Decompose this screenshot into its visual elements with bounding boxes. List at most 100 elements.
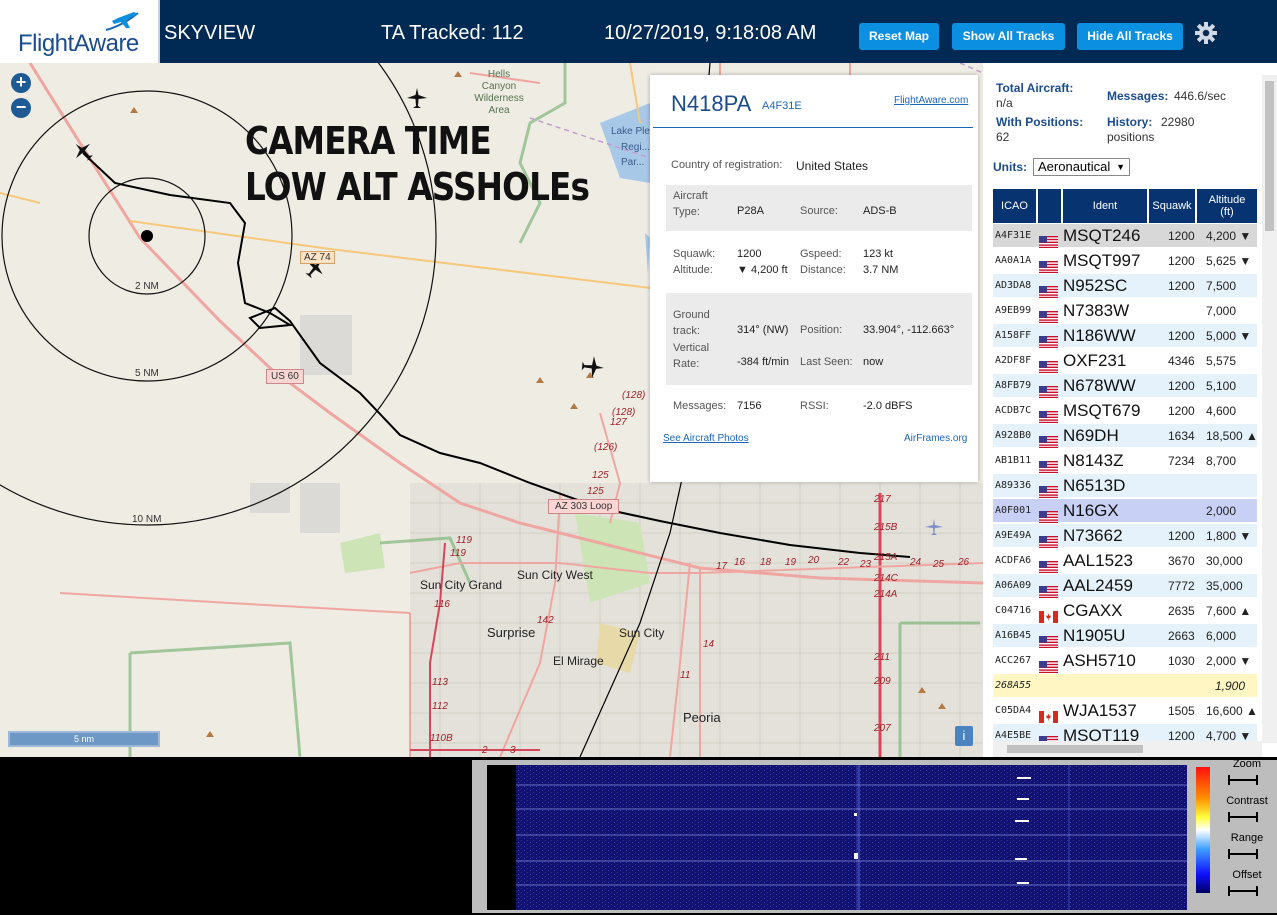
show-all-tracks-button[interactable]: Show All Tracks <box>952 23 1065 50</box>
route-number: 119 <box>456 535 472 546</box>
reset-map-button[interactable]: Reset Map <box>859 23 939 50</box>
aircraft-sidebar: Total Aircraft: n/a Messages: 446.6/sec … <box>983 63 1277 757</box>
table-row[interactable]: AA0A1A MSQT997 1200 5,625 ▼ <box>993 249 1257 273</box>
us-flag-icon <box>1039 257 1058 273</box>
aircraft-icon[interactable] <box>580 354 606 380</box>
units-select[interactable]: Aeronautical ▼ <box>1033 158 1130 176</box>
tracked-count: TA Tracked: 112 <box>381 22 524 44</box>
range-ring-label: 10 NM <box>132 514 162 525</box>
dropdown-arrow-icon: ▼ <box>1116 162 1125 172</box>
rssi-value: -2.0 dBFS <box>863 400 913 412</box>
cell-ident: N6513D <box>1063 476 1126 495</box>
table-row[interactable]: C04716 CGAXX 2635 7,600 ▲ <box>993 599 1257 623</box>
column-header-altitude[interactable]: Altitude (ft) <box>1197 189 1257 223</box>
messages-label: Messages: <box>673 400 727 412</box>
info-button[interactable]: i <box>955 726 973 746</box>
table-row[interactable]: A16B45 N1905U 2663 6,000 <box>993 624 1257 648</box>
column-header-icao[interactable]: ICAO <box>993 189 1036 223</box>
position-label: Position: <box>800 324 843 336</box>
road-shield: AZ 303 Loop <box>548 499 620 514</box>
aircraft-type-value: P28A <box>737 205 764 217</box>
cell-ident: AAL2459 <box>1063 576 1133 595</box>
selected-aircraft-icon[interactable] <box>71 139 95 163</box>
table-row[interactable]: ACDFA6 AAL1523 3670 30,000 <box>993 549 1257 573</box>
route-number: 20 <box>808 555 820 566</box>
table-row[interactable]: A2DF8F OXF231 4346 5,575 <box>993 349 1257 373</box>
aircraft-photos-link[interactable]: See Aircraft Photos <box>663 433 749 444</box>
table-row[interactable]: C05DA4 WJA1537 1505 16,600 ▲ <box>993 699 1258 723</box>
table-row[interactable]: AB1B11 N8143Z 7234 8,700 <box>993 449 1257 473</box>
aircraft-detail-popup: N418PA A4F31E FlightAware.com Country of… <box>650 75 978 482</box>
us-flag-icon <box>1039 507 1058 523</box>
cell-altitude: 2,000 ▼ <box>1206 654 1252 668</box>
scrollbar-thumb[interactable] <box>1007 745 1143 753</box>
place-label: Sun City Grand <box>420 578 503 592</box>
waterfall-image <box>516 765 1187 910</box>
column-header-squawk[interactable]: Squawk <box>1149 189 1195 223</box>
cell-altitude: 18,500 ▲ <box>1206 429 1258 443</box>
squawk-label: Squawk: <box>673 248 716 260</box>
table-row[interactable]: A9EB99 N7383W 7,000 <box>993 299 1257 323</box>
route-number: 211 <box>874 652 890 663</box>
cell-icao: C05DA4 <box>995 705 1032 716</box>
table-row[interactable]: A4F31E MSQT246 1200 4,200 ▼ <box>993 224 1257 248</box>
gear-icon[interactable] <box>1194 21 1218 45</box>
aircraft-type-label: Aircraft Type: <box>673 190 708 218</box>
route-number: (128) <box>622 390 646 401</box>
cell-icao: 268A55 <box>995 680 1032 691</box>
us-flag-icon <box>1039 457 1058 473</box>
sidebar-vertical-scrollbar[interactable] <box>1262 75 1277 743</box>
history-label: History: <box>1107 115 1153 129</box>
aircraft-icon[interactable] <box>405 86 429 110</box>
table-row[interactable]: A89336 N6513D <box>993 474 1257 498</box>
top-bar: FlightAware SKYVIEW TA Tracked: 112 10/2… <box>0 0 1277 63</box>
hide-all-tracks-button[interactable]: Hide All Tracks <box>1077 23 1183 50</box>
altitude-value: ▼ 4,200 ft <box>737 264 788 276</box>
column-header-ident[interactable]: Ident <box>1063 189 1147 223</box>
us-flag-icon <box>1039 307 1058 323</box>
flightaware-link[interactable]: FlightAware.com <box>894 95 968 106</box>
table-row[interactable]: A8FB79 N678WW 1200 5,100 <box>993 374 1257 398</box>
route-number: 215B <box>874 522 898 533</box>
us-flag-icon <box>1039 332 1058 348</box>
units-selected-value: Aeronautical <box>1038 159 1111 174</box>
offset-slider[interactable] <box>1228 886 1258 896</box>
canada-flag-icon <box>1039 607 1058 623</box>
contrast-slider[interactable] <box>1228 812 1258 822</box>
table-row[interactable]: A06A09 AAL2459 7772 35,000 <box>993 574 1257 598</box>
route-number: 125 <box>592 470 609 481</box>
cell-icao: ACDB7C <box>995 405 1032 416</box>
zoom-label: Zoom <box>1232 758 1262 770</box>
column-header-flag[interactable] <box>1038 189 1061 223</box>
table-row[interactable]: 268A55 1,900 <box>993 674 1257 698</box>
sidebar-horizontal-scrollbar[interactable] <box>993 741 1262 757</box>
cell-altitude: 2,000 <box>1206 504 1237 518</box>
cell-altitude: 7,500 <box>1206 279 1237 293</box>
table-row[interactable]: ACDB7C MSQT679 1200 4,600 <box>993 399 1257 423</box>
airframes-link[interactable]: AirFrames.org <box>904 433 967 444</box>
zoom-in-button[interactable]: + <box>11 73 31 93</box>
table-row[interactable]: A9E49A N73662 1200 1,800 ▼ <box>993 524 1257 548</box>
table-row[interactable]: A0F001 N16GX 2,000 <box>993 499 1257 523</box>
route-number: 16 <box>734 557 746 568</box>
cell-altitude: 16,600 ▲ <box>1206 704 1258 718</box>
cell-ident: N678WW <box>1063 376 1136 395</box>
table-row[interactable]: AD3DA8 N952SC 1200 7,500 <box>993 274 1257 298</box>
spectrum-waterfall[interactable] <box>487 765 1187 910</box>
flightaware-logo[interactable]: FlightAware <box>0 0 160 63</box>
table-row[interactable]: A928B0 N69DH 1634 18,500 ▲ <box>993 424 1258 448</box>
scrollbar-thumb[interactable] <box>1265 81 1274 231</box>
cell-squawk: 4346 <box>1168 354 1195 368</box>
range-slider[interactable] <box>1228 849 1258 859</box>
zoom-slider[interactable] <box>1228 775 1258 785</box>
cell-squawk: 1200 <box>1168 379 1195 393</box>
table-row[interactable]: A158FF N186WW 1200 5,000 ▼ <box>993 324 1257 348</box>
cell-ident: CGAXX <box>1063 601 1123 620</box>
cell-altitude: 30,000 <box>1206 554 1243 568</box>
cell-ident: N73662 <box>1063 526 1123 545</box>
ground-track-value: 314° (NW) <box>737 324 789 336</box>
cell-ident: N7383W <box>1063 301 1130 320</box>
route-number: 2 <box>482 745 488 756</box>
zoom-out-button[interactable]: − <box>11 98 31 118</box>
table-row[interactable]: ACC267 ASH5710 1030 2,000 ▼ <box>993 649 1257 673</box>
